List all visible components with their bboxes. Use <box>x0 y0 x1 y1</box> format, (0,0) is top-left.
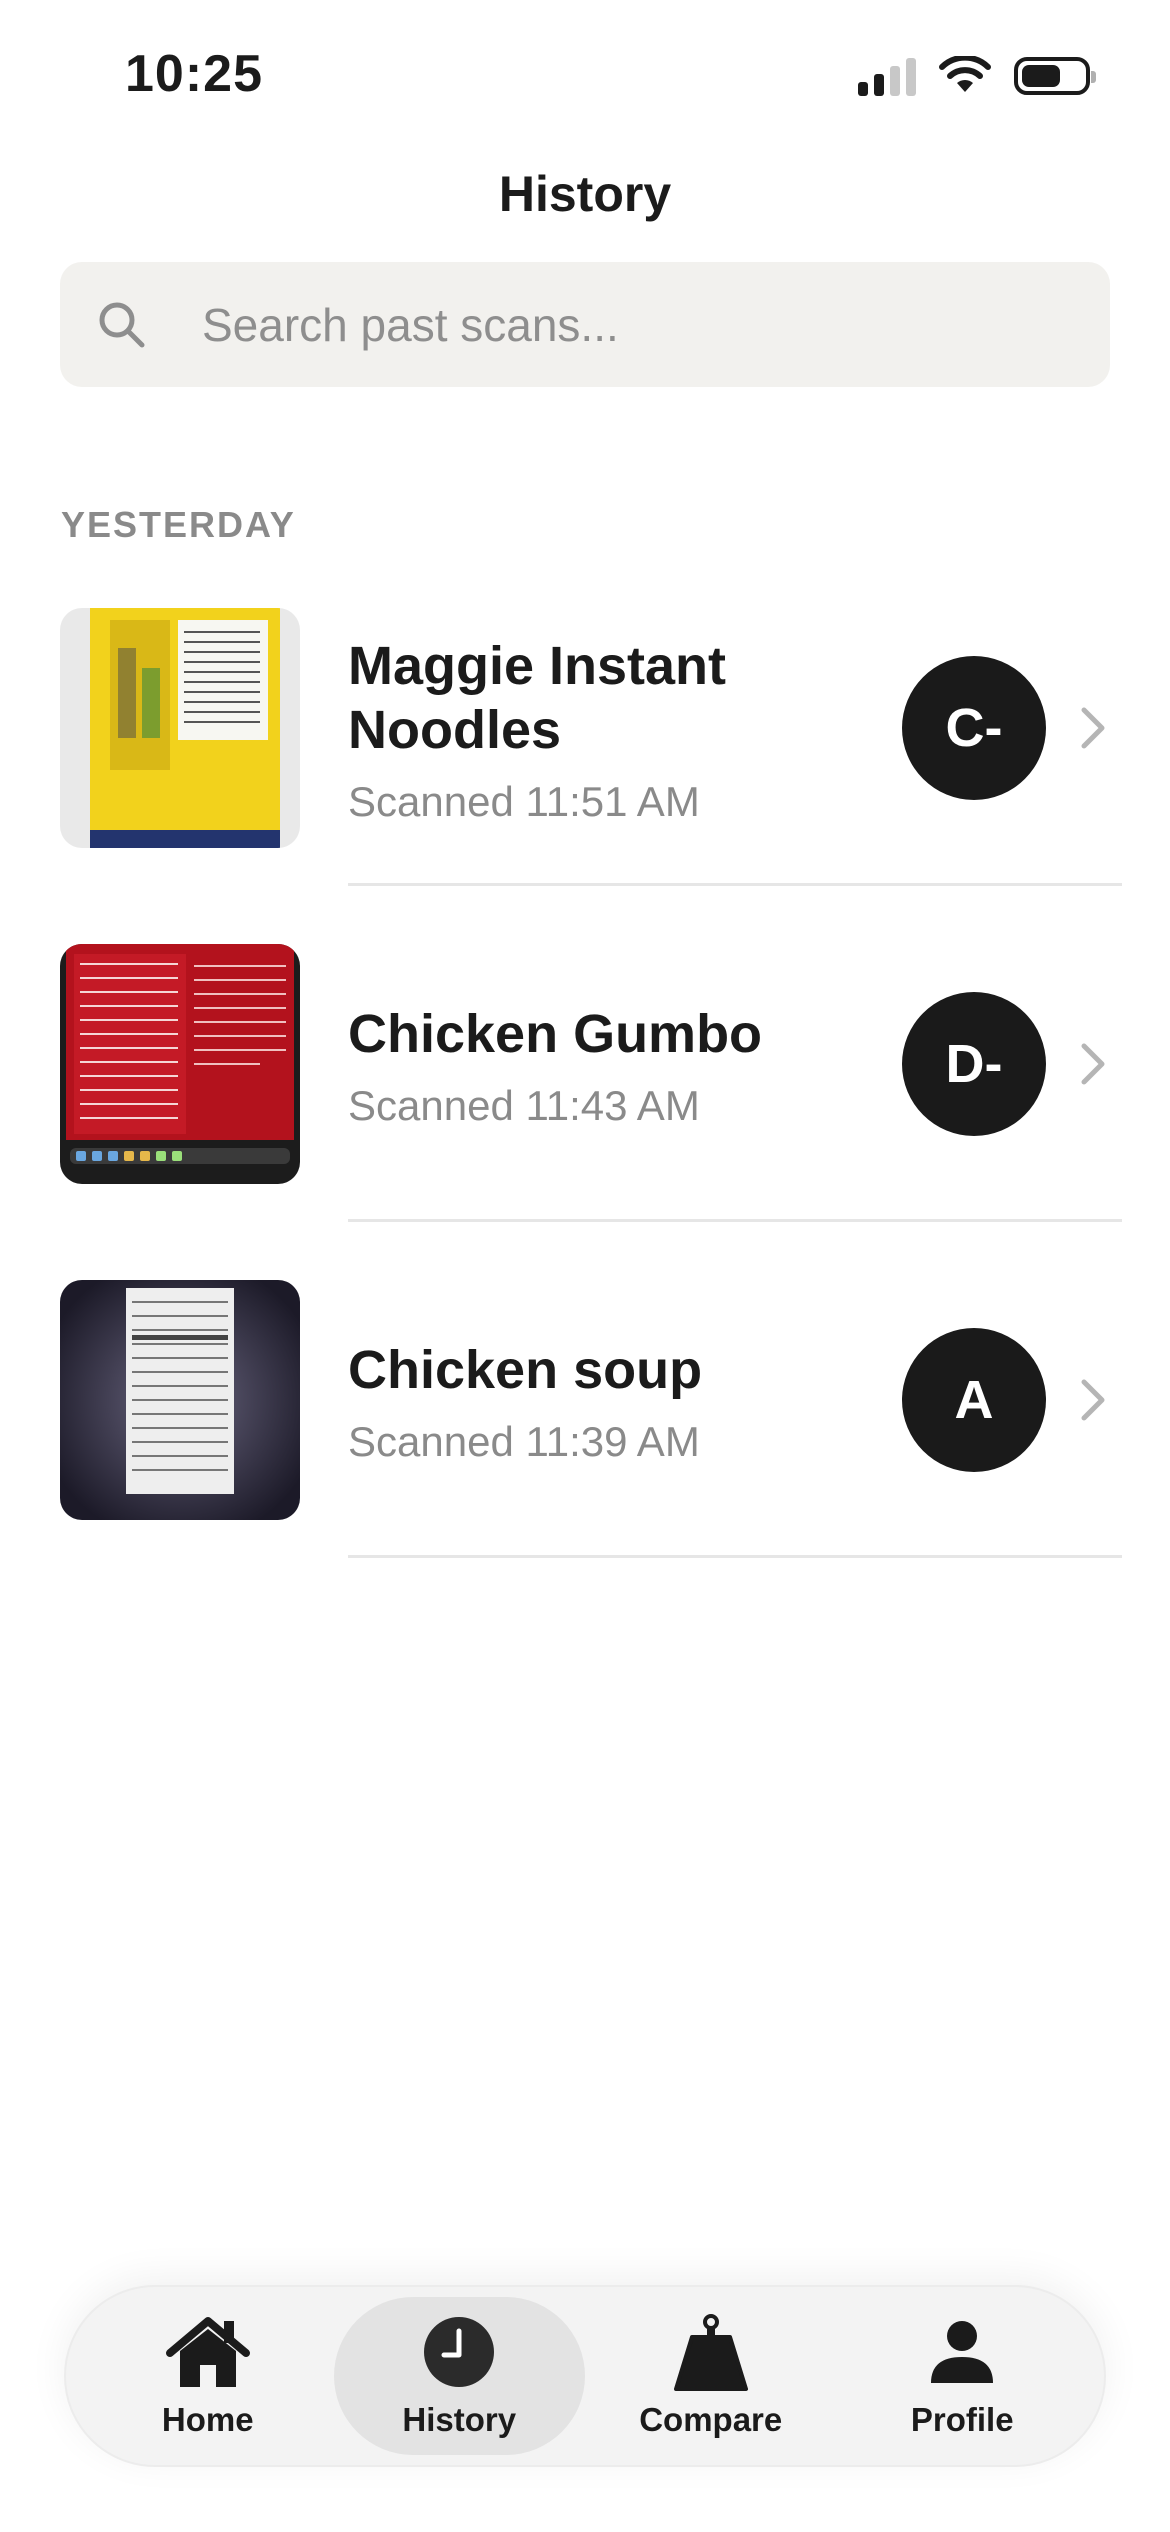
tab-label-compare: Compare <box>639 2401 783 2438</box>
scan-row[interactable]: Chicken Gumbo Scanned 11:43 AM D- <box>0 916 1170 1252</box>
chevron-right-icon <box>1081 707 1105 749</box>
chevron-right-icon <box>1081 1043 1105 1085</box>
status-bar: 10:25 <box>0 0 1170 150</box>
home-icon <box>165 2313 250 2391</box>
scan-row-text: Chicken Gumbo Scanned 11:43 AM <box>348 916 868 1216</box>
scan-time: Scanned 11:43 AM <box>348 1082 700 1129</box>
tab-compare[interactable]: Compare <box>585 2297 837 2455</box>
weight-icon <box>673 2313 748 2391</box>
tab-history[interactable]: History <box>333 2297 585 2455</box>
row-divider <box>348 1219 1122 1222</box>
battery-icon <box>1014 57 1096 95</box>
tab-home[interactable]: Home <box>82 2297 334 2455</box>
cellular-signal-icon <box>858 56 916 96</box>
tab-label-home: Home <box>161 2401 254 2438</box>
scan-time: Scanned 11:39 AM <box>348 1418 700 1465</box>
tab-bar: Home History Compare Profile <box>64 2285 1106 2467</box>
page-title: History <box>498 166 672 222</box>
grade-badge: D- <box>902 992 1046 1136</box>
status-time: 10:25 <box>125 45 263 103</box>
chevron-right-icon <box>1081 1379 1105 1421</box>
grade-badge: C- <box>902 656 1046 800</box>
person-icon <box>929 2313 995 2391</box>
product-thumbnail <box>60 608 300 848</box>
tab-profile[interactable]: Profile <box>837 2297 1089 2455</box>
product-thumbnail <box>60 1280 300 1520</box>
clock-icon <box>422 2313 496 2391</box>
product-name: Chicken Gumbo <box>348 1004 763 1064</box>
search-bar[interactable] <box>60 262 1110 387</box>
search-input[interactable] <box>202 297 1082 352</box>
scan-row[interactable]: Maggie Instant Noodles Scanned 11:51 AM … <box>0 580 1170 916</box>
scan-list: Maggie Instant Noodles Scanned 11:51 AM … <box>0 580 1170 1588</box>
wifi-icon <box>939 56 991 92</box>
product-name: Chicken soup <box>348 1340 703 1400</box>
scan-row-text: Chicken soup Scanned 11:39 AM <box>348 1252 868 1552</box>
product-name: Maggie Instant Noodles <box>348 636 727 760</box>
tab-label-history: History <box>402 2401 517 2438</box>
scan-row[interactable]: Chicken soup Scanned 11:39 AM A <box>0 1252 1170 1588</box>
row-divider <box>348 1555 1122 1558</box>
scan-time: Scanned 11:51 AM <box>348 778 700 825</box>
product-thumbnail <box>60 944 300 1184</box>
search-icon <box>96 299 166 351</box>
status-icons <box>858 56 1096 96</box>
tab-label-profile: Profile <box>910 2401 1014 2438</box>
scan-row-text: Maggie Instant Noodles Scanned 11:51 AM <box>348 580 868 880</box>
row-divider <box>348 883 1122 886</box>
grade-badge: A <box>902 1328 1046 1472</box>
section-label-yesterday: YESTERDAY <box>61 504 296 545</box>
history-screen: 10:25 History Search past scans... YESTE… <box>0 0 1170 2532</box>
